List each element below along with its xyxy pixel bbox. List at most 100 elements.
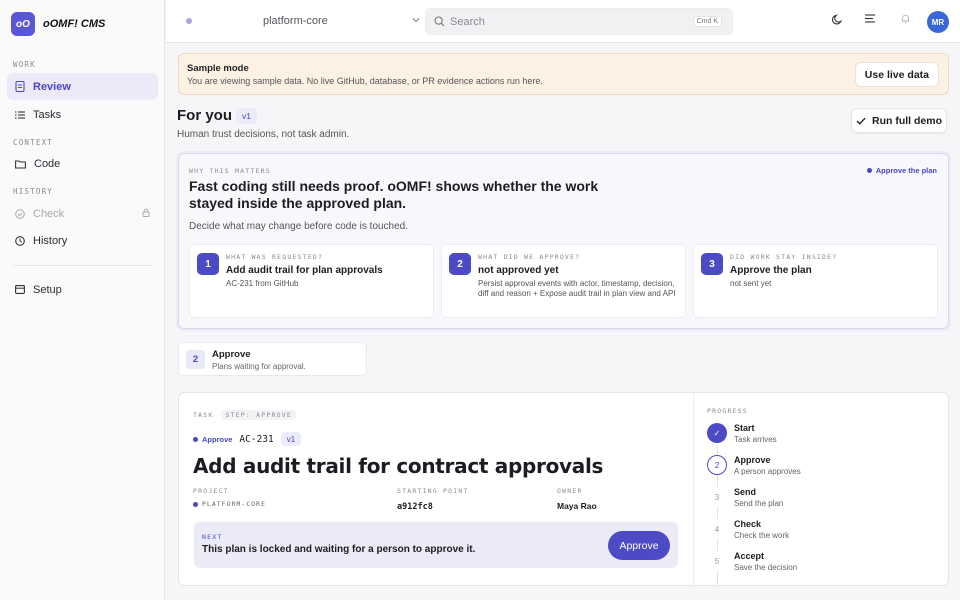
banner-text: You are viewing sample data. No live Git… (187, 76, 543, 86)
task-status-label: Approve (202, 434, 233, 444)
question-card-stayed-inside: 3 DID WORK STAY INSIDE? Approve the plan… (693, 244, 938, 318)
step-eyebrow: WHAT DID WE APPROVE? (478, 253, 581, 261)
page-subtitle: Human trust decisions, not task admin. (177, 129, 350, 140)
project-dot (186, 18, 192, 24)
progress-step-title: Accept (734, 551, 765, 561)
sidebar-item-review[interactable]: Review (7, 73, 158, 100)
chip-count: 2 (186, 350, 205, 369)
field-starting-point: STARTING POINT a912fc8 (397, 487, 469, 512)
moon-icon[interactable] (832, 14, 843, 25)
sidebar-item-code[interactable]: Code (7, 150, 158, 177)
question-card-requested: 1 WHAT WAS REQUESTED? Add audit trail fo… (189, 244, 434, 318)
sidebar-item-tasks[interactable]: Tasks (7, 101, 158, 128)
progress-step-sub: Send the plan (734, 499, 784, 508)
step-eyebrow: WHAT WAS REQUESTED? (226, 253, 324, 261)
lock-icon (142, 208, 150, 217)
field-value: a912fc8 (397, 502, 433, 512)
sidebar-item-label: History (33, 234, 68, 247)
bell-icon[interactable] (901, 14, 910, 24)
brand-logo: oO (11, 12, 35, 36)
task-label: TASK (193, 411, 214, 419)
approve-button[interactable]: Approve (608, 531, 670, 560)
chevron-down-icon (412, 18, 420, 23)
progress-step-title: Send (734, 487, 757, 497)
sidebar-item-label: Code (34, 157, 61, 170)
sample-mode-banner: Sample mode You are viewing sample data.… (178, 53, 949, 95)
run-full-demo-button[interactable]: Run full demo (851, 108, 947, 133)
progress-step-title: Approve (734, 455, 771, 465)
nav-section-work: WORK (13, 60, 36, 69)
search-shortcut: Cmd K (692, 16, 722, 27)
step-number: 2 (449, 253, 471, 275)
progress-step-title: Check (734, 519, 762, 529)
next-eyebrow: NEXT (202, 533, 223, 541)
setup-icon (15, 285, 25, 294)
sidebar-item-label: Setup (33, 283, 62, 296)
why-eyebrow: WHY THIS MATTERS (189, 167, 271, 175)
search-icon (434, 16, 445, 27)
project-select-value: platform-core (263, 15, 328, 27)
next-text: This plan is locked and waiting for a pe… (202, 544, 476, 555)
project-select[interactable]: platform-core (180, 8, 420, 34)
step-number: 3 (701, 253, 723, 275)
question-card-approved: 2 WHAT DID WE APPROVE? not approved yet … (441, 244, 686, 318)
why-this-matters-card: WHY THIS MATTERS Approve the plan Fast c… (178, 153, 949, 329)
sidebar-item-history[interactable]: History (7, 227, 158, 254)
project-dot (193, 501, 198, 507)
clock-icon (15, 235, 25, 246)
chip-title: Approve (212, 349, 251, 360)
brand[interactable]: oO oOMF! CMS (11, 12, 105, 36)
sidebar-item-label: Tasks (33, 108, 62, 121)
page-title: For you (177, 107, 232, 124)
use-live-data-button[interactable]: Use live data (854, 62, 939, 87)
progress-step-sub: Save the decision (734, 563, 798, 572)
field-label: STARTING POINT (397, 487, 469, 495)
progress-step-sub: Check the work (734, 531, 790, 540)
sidebar-item-setup[interactable]: Setup (7, 276, 158, 303)
task-eyebrow: TASK STEP: APPROVE (193, 410, 296, 420)
status-dot (866, 168, 872, 173)
status-label: Approve the plan (875, 166, 937, 175)
check-circle-icon (15, 208, 25, 219)
status-dot (193, 436, 198, 442)
task-status: Approve (193, 435, 232, 444)
task-title: Add audit trail for contract approvals (193, 454, 604, 478)
progress-step-sub: Task arrives (734, 435, 777, 444)
folder-icon (15, 159, 26, 169)
approve-queue-chip[interactable]: 2 Approve Plans waiting for approval. (178, 342, 367, 376)
step-description: Persist approval events with actor, time… (478, 279, 676, 298)
sidebar-item-label: Review (33, 80, 71, 93)
sidebar-divider (13, 265, 152, 266)
check-icon (856, 117, 866, 125)
step-number: 1 (197, 253, 219, 275)
nav-section-history: HISTORY (13, 187, 54, 196)
task-card: TASK STEP: APPROVE Approve AC-231 v1 Add… (178, 392, 949, 587)
field-owner: OWNER Maya Rao (557, 487, 597, 512)
progress-step-title: Start (734, 423, 755, 433)
search-input[interactable] (450, 14, 680, 30)
sidebar-item-check[interactable]: Check (7, 200, 158, 227)
step-eyebrow: DID WORK STAY INSIDE? (730, 253, 838, 261)
step-title: Approve the plan (730, 265, 812, 276)
why-headline: Fast coding still needs proof. oOMF! sho… (189, 178, 599, 211)
next-action-box: NEXT This plan is locked and waiting for… (194, 522, 678, 568)
user-avatar[interactable]: MR (927, 11, 949, 33)
step-title: not approved yet (478, 265, 559, 276)
task-details: TASK STEP: APPROVE Approve AC-231 v1 Add… (179, 393, 693, 587)
sidebar: oO oOMF! CMS WORK Review Tasks CONTEXT C… (0, 0, 165, 600)
task-version-badge: v1 (280, 432, 302, 446)
menu-icon[interactable] (865, 14, 875, 23)
field-label: OWNER (557, 487, 583, 495)
progress-step-marker: 5 (707, 551, 727, 571)
progress-eyebrow: PROGRESS (707, 407, 748, 415)
field-value: Maya Rao (557, 501, 597, 511)
topbar: platform-core Cmd K MR (166, 0, 960, 43)
document-icon (15, 81, 25, 92)
search-box[interactable]: Cmd K (425, 8, 733, 35)
progress-step-marker: 3 (707, 487, 727, 507)
step-title: Add audit trail for plan approvals (226, 265, 383, 276)
task-id: AC-231 (239, 433, 274, 445)
step-description: not sent yet (730, 279, 772, 288)
task-meta: Approve AC-231 v1 (193, 432, 302, 446)
status-badge: Approve the plan (866, 166, 937, 175)
